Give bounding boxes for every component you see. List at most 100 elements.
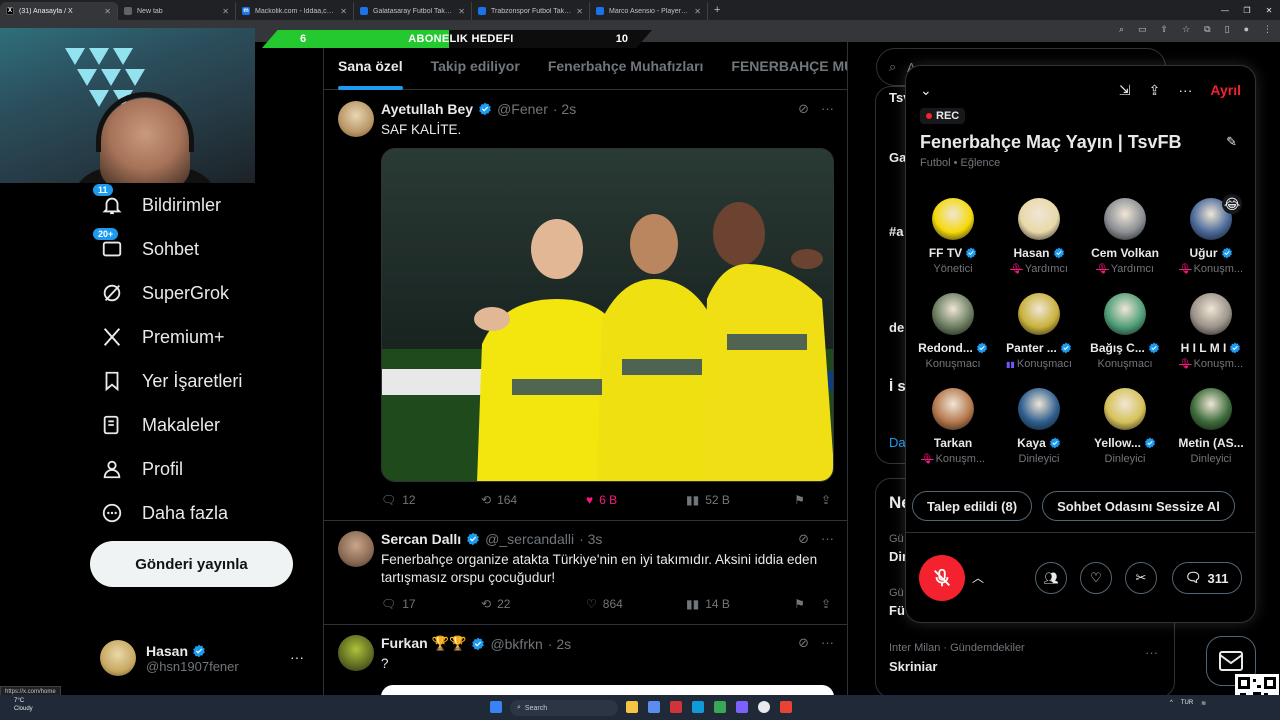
mute-room-button[interactable]: Sohbet Odasını Sessize Al (1042, 491, 1235, 521)
speaker-tile[interactable]: Bağış C... Konuşmacı (1082, 291, 1168, 376)
avatar[interactable] (338, 101, 374, 137)
author-name[interactable]: Sercan Dallı (381, 531, 461, 547)
star-icon[interactable]: ☆ (1182, 24, 1190, 35)
language-indicator[interactable]: TUR (1181, 700, 1193, 707)
grok-icon[interactable]: ⊘ (798, 101, 809, 117)
author-handle[interactable]: @Fener (497, 101, 548, 117)
mic-muted-button[interactable] (919, 555, 965, 601)
tab-following[interactable]: Takip ediliyor (431, 58, 520, 74)
retweet-button[interactable]: ⟲ 22 (481, 597, 586, 611)
sidebar-item-articles[interactable]: Makaleler (100, 413, 220, 437)
browser-tab-galatasaray[interactable]: Galatasaray Futbol Takımı - 20... ✕ (354, 2, 472, 20)
close-tab-icon[interactable]: ✕ (340, 7, 347, 16)
maximize-icon[interactable]: ❐ (1236, 6, 1258, 15)
tweet[interactable]: Sercan Dallı @_sercandalli · 3s ⊘ ··· Fe… (324, 521, 847, 625)
reply-button[interactable]: 🗨︎ 12 (381, 493, 481, 507)
tweet-media-image[interactable] (381, 148, 834, 482)
author-handle[interactable]: @bkfrkn (490, 636, 542, 652)
browser-tab-new[interactable]: New tab ✕ (118, 2, 236, 20)
close-window-icon[interactable]: ✕ (1258, 6, 1280, 15)
views-button[interactable]: ▮▮ 52 B (686, 493, 794, 507)
trend-fragment[interactable]: Ga (889, 150, 906, 165)
speaker-tile[interactable]: Panter ... ▮▮ Konuşmacı (996, 291, 1082, 376)
requests-button[interactable]: Talep edildi (8) (912, 491, 1033, 521)
avatar[interactable] (338, 635, 374, 671)
app-icon[interactable] (648, 701, 660, 713)
account-switcher[interactable]: Hasan @hsn1907fener ··· (100, 637, 310, 679)
tweet-time[interactable]: · 2s (548, 636, 571, 652)
tab-fenerbahce-muhafizlari[interactable]: Fenerbahçe Muhafızları (548, 58, 704, 74)
extensions-icon[interactable]: ⧉ (1204, 24, 1210, 35)
weather-widget[interactable]: 7°C Cloudy (14, 697, 33, 713)
more-options-icon[interactable]: ··· (1145, 645, 1158, 660)
grok-icon[interactable]: ⊘ (798, 635, 809, 651)
file-explorer-icon[interactable] (626, 701, 638, 713)
views-button[interactable]: ▮▮ 14 B (686, 597, 794, 611)
speaker-tile[interactable]: Yellow... Dinleyici (1082, 386, 1168, 471)
more-options-icon[interactable]: ··· (821, 531, 834, 547)
speaker-tile[interactable]: Redond... Konuşmacı (910, 291, 996, 376)
sidebar-item-profile[interactable]: Profil (100, 457, 183, 481)
tweet-time[interactable]: · 2s (553, 101, 576, 117)
new-tab-plus-icon[interactable]: + (714, 4, 720, 16)
trend-fragment[interactable]: İ s (889, 378, 906, 395)
clip-button[interactable]: ✂ (1125, 562, 1157, 594)
leave-space-button[interactable]: Ayrıl (1210, 82, 1241, 98)
speaker-tile[interactable]: Hasan 🎙︎ Yardımcı (996, 196, 1082, 281)
minimize-icon[interactable]: — (1214, 6, 1236, 15)
speaker-tile[interactable]: H I L M I 🎙︎ Konuşm... (1168, 291, 1254, 376)
bookmark-icon[interactable]: ⚑ (794, 493, 805, 507)
show-more-link[interactable]: Da (889, 435, 906, 450)
news-title[interactable]: Fü (889, 603, 905, 618)
more-options-icon[interactable]: ··· (821, 101, 834, 117)
like-button[interactable]: ♡ 864 (586, 597, 686, 611)
sidebar-icon[interactable]: ▯ (1225, 24, 1230, 35)
close-tab-icon[interactable]: ✕ (576, 7, 583, 16)
sidebar-item-more[interactable]: Daha fazla (100, 501, 228, 525)
trend-title[interactable]: Skriniar (889, 659, 937, 674)
author-name[interactable]: Ayetullah Bey (381, 101, 473, 117)
chrome-icon[interactable] (758, 701, 770, 713)
more-options-icon[interactable]: ··· (1178, 82, 1192, 98)
bookmark-icon[interactable]: ⚑ (794, 597, 805, 611)
tweet-media-preview[interactable] (381, 685, 834, 695)
share-icon[interactable]: ⇪ (821, 597, 831, 611)
speaker-tile[interactable]: Metin (AS... Dinleyici (1168, 386, 1254, 471)
trend-fragment[interactable]: de (889, 320, 904, 335)
browser-tab-x-home[interactable]: X (31) Anasayfa / X ✕ (0, 2, 118, 20)
app-icon[interactable] (714, 701, 726, 713)
author-handle[interactable]: @_sercandalli (485, 531, 574, 547)
close-tab-icon[interactable]: ✕ (222, 7, 229, 16)
sidebar-item-notifications[interactable]: 11 Bildirimler (92, 183, 221, 217)
collapse-chevron-icon[interactable]: ⌄ (920, 82, 932, 99)
close-tab-icon[interactable]: ✕ (458, 7, 465, 16)
tweet-time[interactable]: · 3s (579, 531, 602, 547)
windows-start-icon[interactable] (490, 701, 502, 713)
app-icon[interactable] (670, 701, 682, 713)
tab-fenerbahce-mucadele[interactable]: FENERBAHÇE MÜCADİ (731, 58, 847, 74)
author-name[interactable]: Furkan 🏆🏆 (381, 635, 466, 652)
comments-button[interactable]: 🗨︎ 311 (1172, 562, 1242, 594)
tweet[interactable]: Ayetullah Bey @Fener · 2s ⊘ ··· SAF KALİ… (324, 91, 847, 521)
edit-pencil-icon[interactable]: ✎ (1226, 134, 1237, 150)
close-tab-icon[interactable]: ✕ (104, 7, 111, 16)
trend-fragment[interactable]: #a (889, 224, 903, 239)
sidebar-item-supergrok[interactable]: SuperGrok (100, 281, 229, 305)
speaker-tile[interactable]: Cem Volkan 🎙︎ Yardımcı (1082, 196, 1168, 281)
sidebar-item-premium[interactable]: Premium+ (100, 325, 225, 349)
react-button[interactable]: ♡ (1080, 562, 1112, 594)
menu-icon[interactable]: ⋮ (1263, 24, 1272, 35)
zoom-icon[interactable]: ⌕ (1119, 24, 1124, 35)
edge-icon[interactable] (692, 701, 704, 713)
close-tab-icon[interactable]: ✕ (694, 7, 701, 16)
more-options-icon[interactable]: ··· (290, 649, 304, 665)
sidebar-item-bookmarks[interactable]: Yer İşaretleri (100, 369, 242, 393)
taskbar-search[interactable]: ⌕ Search (510, 700, 618, 716)
wifi-icon[interactable]: ≋ (1201, 700, 1206, 707)
browser-tab-mackolik[interactable]: m Mackolik.com - İddaa,canlı ma... ✕ (236, 2, 354, 20)
tab-for-you[interactable]: Sana özel (338, 58, 403, 90)
profile-icon[interactable]: ● (1244, 24, 1249, 35)
post-button[interactable]: Gönderi yayınla (90, 541, 293, 587)
browser-tab-asensio[interactable]: Marco Asensio - Player profile ... ✕ (590, 2, 708, 20)
speaker-tile[interactable]: FF TV Yönetici (910, 196, 996, 281)
